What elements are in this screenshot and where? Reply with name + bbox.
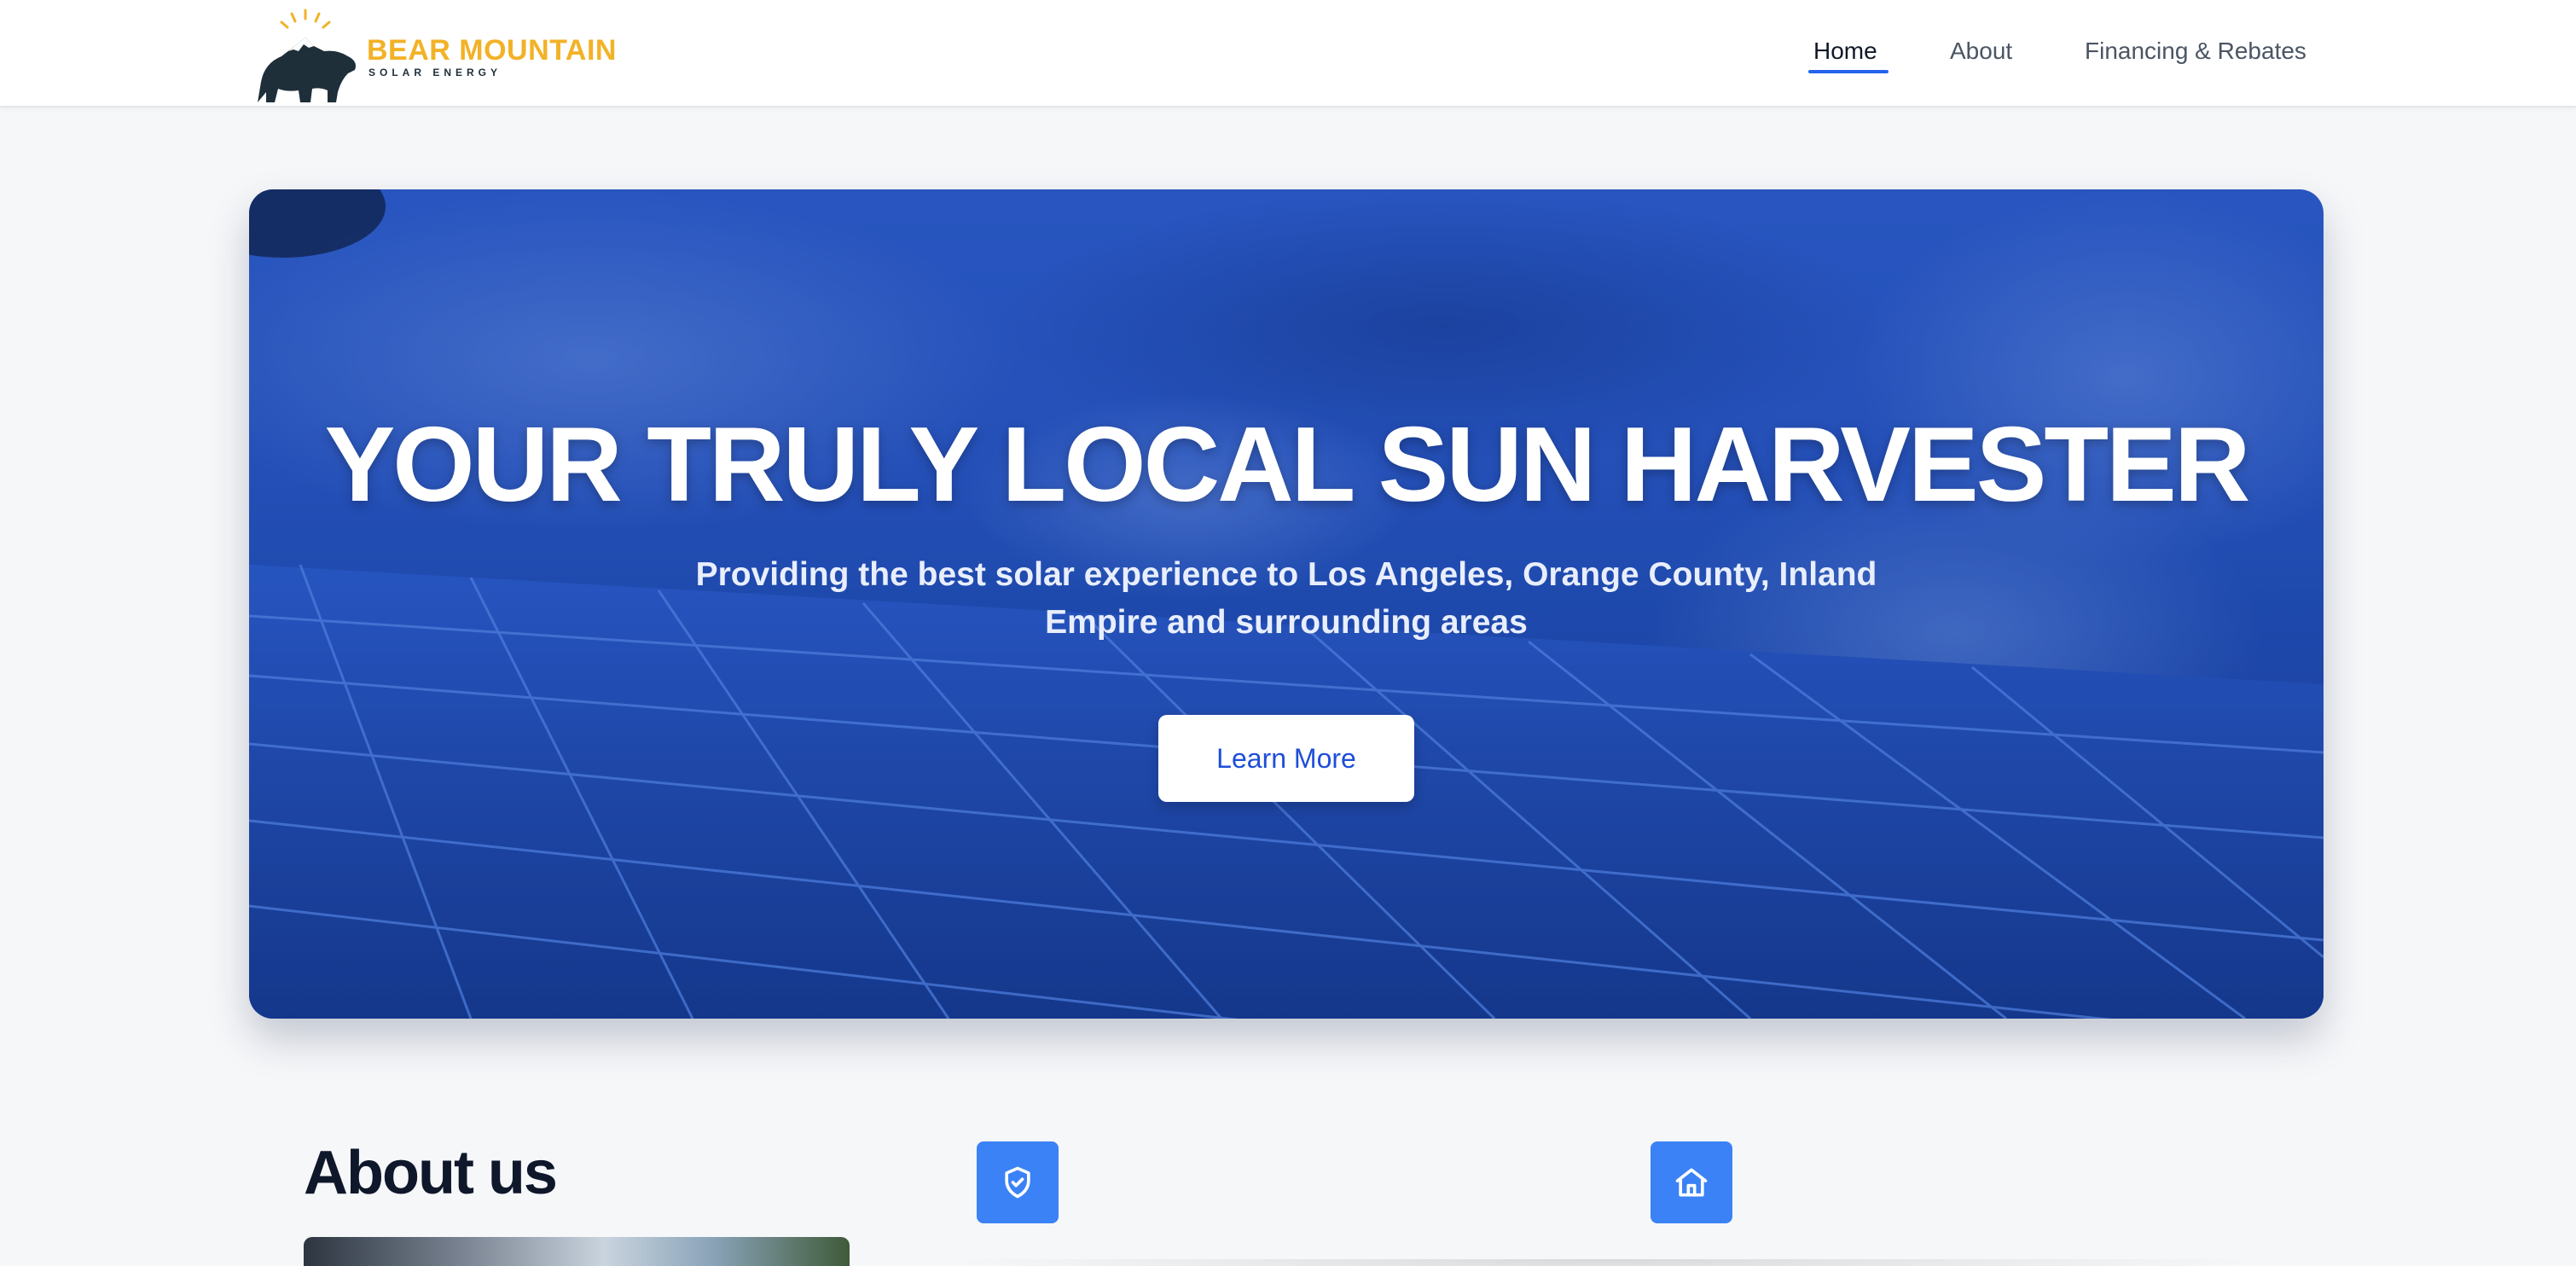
hero-title: YOUR TRULY LOCAL SUN HARVESTER — [324, 406, 2251, 524]
nav-financing-rebates[interactable]: Financing & Rebates — [2085, 38, 2306, 65]
site-header: BEAR MOUNTAIN SOLAR ENERGY Home About Fi… — [0, 0, 2576, 107]
brand-tagline: SOLAR ENERGY — [368, 67, 502, 78]
bear-mountain-logo-icon — [258, 9, 356, 102]
hero-banner: YOUR TRULY LOCAL SUN HARVESTER Providing… — [249, 189, 2324, 1019]
nav-active-indicator — [1808, 70, 1888, 73]
about-photo — [304, 1237, 850, 1266]
hero-subtitle: Providing the best solar experience to L… — [695, 556, 1877, 641]
nav-home[interactable]: Home — [1813, 38, 1877, 65]
learn-more-button[interactable]: Learn More — [1158, 715, 1414, 802]
nav-about[interactable]: About — [1950, 38, 2012, 65]
brand-name: BEAR MOUNTAIN — [367, 34, 617, 67]
about-title: About us — [304, 1139, 558, 1207]
card-shadow — [938, 1259, 2269, 1266]
home-icon — [1651, 1141, 1732, 1223]
shield-check-icon — [977, 1141, 1059, 1223]
brand-logo[interactable]: BEAR MOUNTAIN SOLAR ENERGY — [252, 7, 616, 106]
